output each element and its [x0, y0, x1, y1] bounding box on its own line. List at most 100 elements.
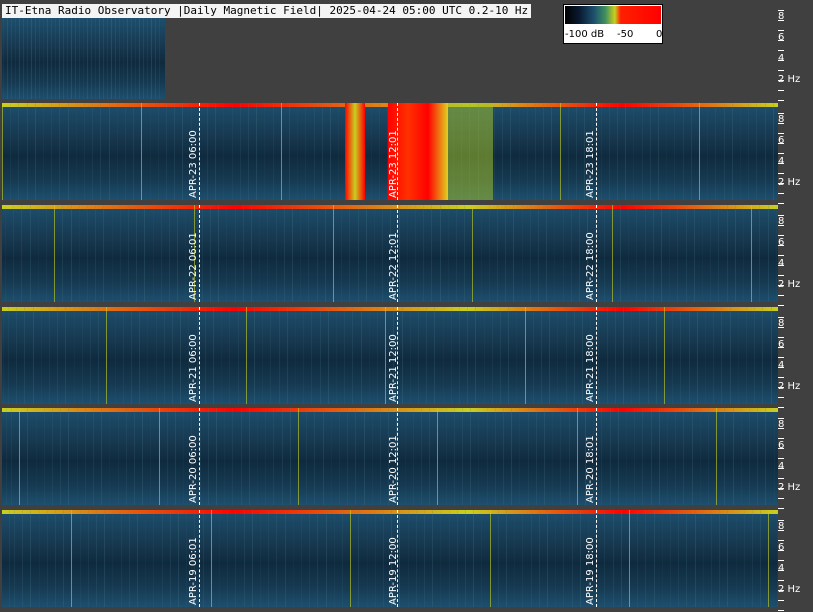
spectrogram-streak — [421, 408, 422, 505]
axis-minor-tick — [778, 397, 784, 398]
spectrogram-streak — [538, 205, 539, 302]
spectrogram-streak — [480, 205, 482, 302]
spectrogram-streak — [543, 103, 545, 200]
spectrogram-streak — [620, 205, 621, 302]
spectrogram-streak — [76, 408, 78, 505]
spectrogram-streak — [303, 307, 305, 404]
spectrogram-streak — [649, 103, 651, 200]
time-marker-label: APR-21 18:00 — [585, 334, 596, 402]
spectrogram-streak — [24, 307, 26, 404]
time-marker-label: APR-22 06:01 — [188, 232, 199, 300]
colorbar-legend: -100 dB -50 0 — [563, 4, 663, 44]
spectrogram-streak — [702, 205, 703, 302]
spectrogram-streak — [374, 510, 376, 607]
spectrogram-streak — [571, 510, 573, 607]
axis-tick-label: 4 — [778, 53, 785, 64]
spectrogram-streak — [161, 510, 163, 607]
spectrogram-streak — [111, 18, 112, 99]
axis-minor-tick — [778, 478, 784, 479]
spectrogram-streak — [270, 307, 272, 404]
spectrogram-streak — [330, 408, 332, 505]
activity-band — [2, 307, 778, 311]
time-marker-label: APR-23 18:01 — [585, 130, 596, 198]
time-marker-label: APR-22 18:00 — [585, 232, 596, 300]
axis-minor-tick — [778, 100, 784, 101]
spectrogram-streak — [716, 408, 718, 505]
spectrogram-streak — [55, 510, 56, 607]
spectrogram-streak — [226, 205, 228, 302]
spectrogram-streak — [560, 408, 562, 505]
spectrogram-streak — [43, 103, 44, 200]
spectrogram-streak — [620, 510, 622, 607]
spectrogram-streak — [721, 307, 723, 404]
spectrogram-streak — [516, 307, 518, 404]
spectrogram-streak — [666, 103, 668, 200]
time-marker-line — [199, 103, 200, 200]
spectrogram-streak — [432, 510, 434, 607]
spectrogram-streak — [424, 510, 425, 607]
axis-minor-tick — [778, 498, 784, 499]
axis-minor-tick — [778, 540, 784, 541]
axis-minor-tick — [778, 438, 784, 439]
spectrogram-streak — [55, 18, 56, 99]
spectrogram-streak — [2, 307, 4, 404]
spectrogram-streak — [519, 408, 521, 505]
axis-minor-tick — [778, 235, 784, 236]
axis-minor-tick — [778, 153, 784, 154]
axis-minor-tick — [778, 600, 784, 601]
spectrogram-streak — [576, 408, 578, 505]
spectrogram-streak — [382, 205, 384, 302]
activity-region — [448, 103, 493, 200]
spectrogram-streak — [54, 205, 56, 302]
spectrogram-streak — [174, 103, 176, 200]
spectrogram-streak — [757, 408, 759, 505]
spectrogram-streak — [462, 408, 463, 505]
spectrogram-streak — [265, 408, 267, 505]
spectrogram-streak — [131, 307, 132, 404]
spectrogram-streak — [582, 307, 583, 404]
spectrogram-streak — [27, 18, 28, 99]
spectrogram-streak — [350, 510, 352, 607]
spectrogram-streak — [259, 205, 261, 302]
time-marker-label: APR-23 06:00 — [188, 130, 199, 198]
spectrogram-streak — [677, 205, 679, 302]
spectrogram-streak — [43, 18, 44, 99]
spectrogram-streak — [11, 18, 12, 99]
spectrogram-streak — [339, 408, 340, 505]
time-marker-label: APR-21 12:00 — [388, 334, 399, 402]
spectrogram-streak — [735, 510, 737, 607]
axis-minor-tick — [778, 357, 784, 358]
spectrogram-streak — [470, 408, 472, 505]
spectrogram-streak — [633, 103, 635, 200]
spectrogram-streak — [96, 510, 97, 607]
spectrogram-streak — [172, 307, 173, 404]
spectrogram-streak — [15, 18, 16, 99]
spectrogram-streak — [134, 408, 135, 505]
time-marker-line — [199, 510, 200, 607]
spectrogram-streak — [521, 205, 523, 302]
spectrogram-streak — [95, 205, 97, 302]
spectrogram-streak — [743, 205, 744, 302]
spectrogram-streak — [603, 205, 605, 302]
spectrogram-streak — [125, 103, 126, 200]
spectrogram-streak — [524, 307, 526, 404]
spectrogram-streak — [749, 408, 750, 505]
spectrogram-streak — [464, 205, 466, 302]
spectrogram-streak — [366, 510, 368, 607]
spectrogram-streak — [652, 205, 654, 302]
spectrogram-streak — [500, 307, 501, 404]
spectrogram-streak — [472, 205, 474, 302]
spectrogram-streak — [341, 205, 343, 302]
time-marker-line — [199, 205, 200, 302]
spectrogram-streak — [11, 408, 12, 505]
spectrogram-streak — [280, 103, 282, 200]
spectrogram-streak — [529, 205, 531, 302]
spectrogram-streak — [106, 307, 108, 404]
spectrogram-streak — [95, 18, 96, 99]
spectrogram-streak — [330, 103, 331, 200]
spectrogram-streak — [661, 510, 663, 607]
time-marker-line — [596, 307, 597, 404]
spectrogram-streak — [272, 103, 274, 200]
spectrogram-streak — [240, 408, 242, 505]
spectrogram-streak — [120, 510, 122, 607]
